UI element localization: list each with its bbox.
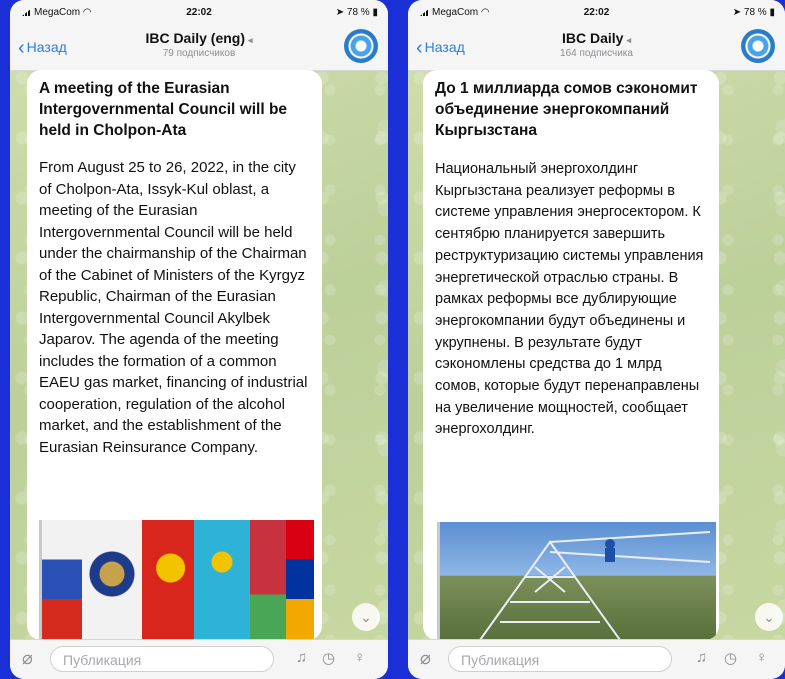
status-bar: MegaCom ◠ 22:02 ➤ 78 % ▮ <box>408 0 785 24</box>
battery-label: 78 % <box>346 7 370 18</box>
status-bar: MegaCom ◠ 22:02 ➤ 78 % ▮ <box>10 0 388 24</box>
channel-title: IBC Daily <box>562 30 624 46</box>
paperclip-icon[interactable]: ⌀ <box>420 648 431 669</box>
input-bar: ⌀ Публикация ♫ ◷ ♀ <box>408 639 785 679</box>
nav-bar: ‹ Назад IBC Daily ◂ 164 подписчика <box>408 24 785 71</box>
bell-icon[interactable]: ♫ <box>696 649 707 666</box>
battery: ➤ 78 % ▮ <box>733 7 775 18</box>
post-body: From August 25 to 26, 2022, in the city … <box>39 159 308 456</box>
location-icon: ➤ <box>335 7 345 18</box>
message-bubble: A meeting of the Eurasian Intergovernmen… <box>27 70 322 640</box>
location-icon: ➤ <box>732 7 742 18</box>
microphone-icon[interactable]: ♀ <box>756 649 767 666</box>
clock-time: 22:02 <box>583 7 610 18</box>
post-body: Национальный энергохолдинг Кыргызстана р… <box>435 161 704 438</box>
chevron-down-icon: ⌄ <box>360 609 372 625</box>
bell-icon[interactable]: ♫ <box>296 649 307 666</box>
power-line-photo[interactable] <box>437 522 716 640</box>
message-input[interactable]: Публикация <box>448 646 672 672</box>
paperclip-icon[interactable]: ⌀ <box>22 648 33 669</box>
channel-avatar[interactable] <box>344 29 378 63</box>
back-label: Назад <box>424 39 465 55</box>
phone-screen-left: MegaCom ◠ 22:02 ➤ 78 % ▮ ‹ Назад IBC Dail… <box>10 0 388 679</box>
microphone-icon[interactable]: ♀ <box>354 649 365 666</box>
scroll-down-button[interactable]: ⌄ <box>352 603 380 631</box>
clock-icon[interactable]: ◷ <box>724 649 737 667</box>
flag-kazakhstan <box>194 520 250 640</box>
phone-screen-right: MegaCom ◠ 22:02 ➤ 78 % ▮ ‹ Назад IBC Dail… <box>408 0 785 679</box>
battery-icon: ▮ <box>769 7 775 18</box>
transmission-tower-graphic <box>479 531 711 640</box>
back-label: Назад <box>26 39 67 55</box>
channel-header[interactable]: IBC Daily ◂ 164 подписчика <box>478 30 715 59</box>
post-title: A meeting of the Eurasian Intergovernmen… <box>39 80 288 139</box>
nav-bar: ‹ Назад IBC Daily (eng) ◂ 79 подписчиков <box>10 24 388 71</box>
mute-icon: ◂ <box>248 35 253 45</box>
message-bubble: До 1 миллиарда сомов сэкономит объединен… <box>423 70 719 640</box>
battery: ➤ 78 % ▮ <box>336 7 378 18</box>
flag-belarus <box>250 520 286 640</box>
mute-icon: ◂ <box>626 35 631 45</box>
battery-icon: ▮ <box>372 7 378 18</box>
input-bar: ⌀ Публикация ♫ ◷ ♀ <box>10 639 388 679</box>
clock-icon[interactable]: ◷ <box>322 649 335 667</box>
channel-avatar[interactable] <box>741 29 775 63</box>
subscriber-count: 164 подписчика <box>560 48 633 59</box>
flag-kyrgyzstan <box>142 520 194 640</box>
post-title: До 1 миллиарда сомов сэкономит объединен… <box>435 80 698 139</box>
scroll-down-button[interactable]: ⌄ <box>755 603 783 631</box>
flag-armenia <box>286 520 314 640</box>
back-button[interactable]: ‹ Назад <box>416 37 465 60</box>
flag-russia <box>42 520 82 640</box>
flags-photo[interactable] <box>39 520 314 640</box>
back-button[interactable]: ‹ Назад <box>18 37 67 60</box>
back-chevron-icon: ‹ <box>18 37 25 59</box>
flag-eaeu <box>82 520 142 640</box>
channel-title: IBC Daily (eng) <box>145 30 246 46</box>
channel-header[interactable]: IBC Daily (eng) ◂ 79 подписчиков <box>80 30 318 59</box>
message-input[interactable]: Публикация <box>50 646 274 672</box>
back-chevron-icon: ‹ <box>416 37 423 59</box>
chevron-down-icon: ⌄ <box>763 609 775 625</box>
subscriber-count: 79 подписчиков <box>162 48 236 59</box>
clock-time: 22:02 <box>186 7 212 18</box>
battery-label: 78 % <box>743 7 767 18</box>
